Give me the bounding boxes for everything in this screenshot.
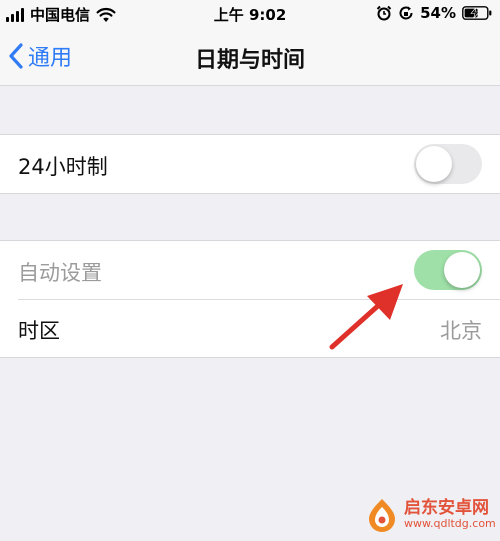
row-24-hour-label: 24小时制 (18, 155, 108, 179)
settings-group-24h: 24小时制 (0, 134, 500, 194)
battery-percent: 54% (420, 4, 456, 22)
orientation-lock-icon (399, 6, 413, 20)
watermark-name: 启东安卓网 (404, 498, 489, 519)
toggle-auto-set[interactable] (414, 250, 482, 290)
status-bar: 中国电信 上午 9:02 54% (0, 0, 500, 28)
row-auto-set-label: 自动设置 (18, 261, 102, 285)
status-right: 54% (376, 4, 492, 22)
watermark-url: www.qdltdg.com (404, 517, 496, 531)
watermark-logo-icon (369, 499, 395, 532)
row-timezone[interactable]: 时区 北京 (0, 299, 500, 357)
row-auto-set: 自动设置 (0, 241, 500, 299)
watermark-text: 启东安卓网 www.qdltdg.com (404, 498, 496, 531)
row-timezone-label: 时区 (18, 319, 60, 343)
row-24-hour: 24小时制 (0, 135, 500, 193)
settings-group-auto: 自动设置 时区 北京 (0, 240, 500, 358)
toggle-knob (444, 252, 480, 288)
page-title: 日期与时间 (194, 48, 305, 73)
row-timezone-value: 北京 (440, 319, 482, 343)
battery-charging-icon (462, 6, 492, 20)
watermark: 启东安卓网 www.qdltdg.com (364, 493, 496, 537)
nav-bar: 通用 日期与时间 (0, 28, 500, 86)
toggle-24-hour[interactable] (414, 144, 482, 184)
toggle-knob (416, 146, 452, 182)
screen: 中国电信 上午 9:02 54% 通用 日期与时间 24小时制 自动设置 时区 … (0, 0, 500, 541)
alarm-icon (376, 5, 392, 21)
